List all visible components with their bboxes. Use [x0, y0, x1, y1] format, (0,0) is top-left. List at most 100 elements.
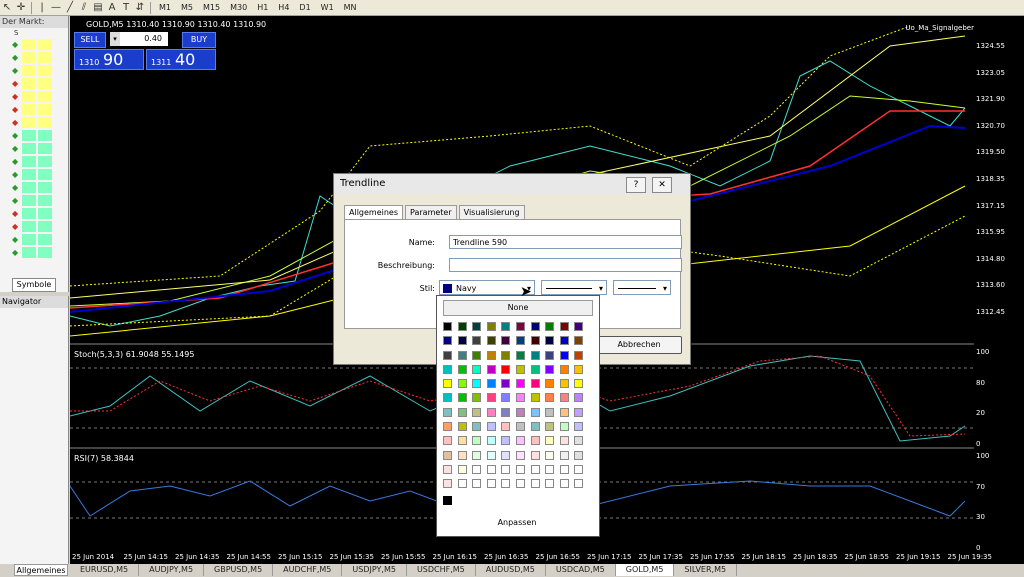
color-cell[interactable] [530, 407, 540, 417]
color-cell[interactable] [559, 479, 569, 489]
tf-w1[interactable]: W1 [316, 1, 339, 14]
color-cell[interactable] [443, 464, 452, 474]
tab-allgemeines[interactable]: Allgemeines [344, 205, 404, 220]
arrow-tool-icon[interactable]: ⇵ [133, 1, 147, 14]
tf-d1[interactable]: D1 [294, 1, 315, 14]
color-cell[interactable] [486, 322, 496, 331]
market-watch-row[interactable]: ◆ [0, 207, 68, 220]
color-cell[interactable] [545, 422, 555, 432]
color-cell[interactable] [443, 379, 452, 389]
color-cell[interactable] [472, 464, 482, 474]
tf-m30[interactable]: M30 [225, 1, 252, 14]
color-cell[interactable] [559, 379, 569, 389]
color-cell[interactable] [574, 450, 584, 460]
color-cell[interactable] [486, 407, 496, 417]
color-cell[interactable] [574, 464, 584, 474]
color-cell[interactable] [443, 364, 452, 374]
tab-visualisierung[interactable]: Visualisierung [458, 205, 525, 220]
color-cell[interactable] [486, 336, 496, 346]
color-cell[interactable] [457, 350, 467, 360]
custom-color-cell[interactable] [443, 496, 452, 505]
tf-mn[interactable]: MN [339, 1, 362, 14]
color-cell[interactable] [501, 322, 511, 331]
market-watch-row[interactable]: ◆ [0, 220, 68, 233]
market-watch-row[interactable]: ◆ [0, 51, 68, 64]
color-cell[interactable] [457, 436, 467, 446]
color-cell[interactable] [530, 364, 540, 374]
color-cell[interactable] [457, 393, 467, 403]
chart-tab[interactable]: EURUSD,M5 [70, 564, 140, 576]
color-cell[interactable] [457, 479, 467, 489]
color-cell[interactable] [486, 436, 496, 446]
market-watch-row[interactable]: ◆ [0, 116, 68, 129]
market-watch-row[interactable]: ◆ [0, 129, 68, 142]
color-cell[interactable] [559, 464, 569, 474]
tf-h1[interactable]: H1 [252, 1, 273, 14]
color-cell[interactable] [457, 422, 467, 432]
chart-tab[interactable]: GBPUSD,M5 [204, 564, 274, 576]
color-cell[interactable] [515, 464, 525, 474]
color-cell[interactable] [559, 450, 569, 460]
color-cell[interactable] [472, 422, 482, 432]
color-cell[interactable] [501, 350, 511, 360]
color-cell[interactable] [574, 379, 584, 389]
color-cell[interactable] [530, 350, 540, 360]
text-tool-icon[interactable]: A [105, 1, 119, 14]
color-cell[interactable] [486, 450, 496, 460]
color-cell[interactable] [443, 322, 452, 331]
color-cell[interactable] [574, 422, 584, 432]
color-cell[interactable] [545, 464, 555, 474]
color-cell[interactable] [530, 436, 540, 446]
color-cell[interactable] [530, 336, 540, 346]
color-cell[interactable] [559, 364, 569, 374]
color-cell[interactable] [443, 407, 452, 417]
color-cell[interactable] [515, 450, 525, 460]
color-cell[interactable] [457, 379, 467, 389]
chart-tab[interactable]: AUDJPY,M5 [139, 564, 205, 576]
market-watch-row[interactable]: ◆ [0, 246, 68, 259]
color-cell[interactable] [515, 479, 525, 489]
buy-button[interactable]: BUY [182, 32, 216, 48]
channel-tool-icon[interactable]: ⫽ [77, 1, 91, 14]
chart-tab[interactable]: SILVER,M5 [674, 564, 738, 576]
color-cell[interactable] [515, 422, 525, 432]
color-cell[interactable] [472, 336, 482, 346]
color-cell[interactable] [530, 393, 540, 403]
color-cell[interactable] [559, 407, 569, 417]
color-cell[interactable] [501, 393, 511, 403]
market-watch-row[interactable]: ◆ [0, 168, 68, 181]
market-watch-row[interactable]: ◆ [0, 142, 68, 155]
color-cell[interactable] [457, 464, 467, 474]
color-cell[interactable] [559, 393, 569, 403]
color-cell[interactable] [545, 350, 555, 360]
bid-price[interactable]: 1310 90 [74, 49, 144, 70]
market-watch-row[interactable]: ◆ [0, 38, 68, 51]
color-cell[interactable] [486, 350, 496, 360]
color-cell[interactable] [515, 379, 525, 389]
color-cell[interactable] [530, 322, 540, 331]
color-cell[interactable] [515, 336, 525, 346]
color-cell[interactable] [545, 322, 555, 331]
color-cell[interactable] [486, 479, 496, 489]
trendline-tool-icon[interactable]: ╱ [63, 1, 77, 14]
color-cell[interactable] [443, 479, 452, 489]
custom-color-button[interactable]: Anpassen [443, 516, 591, 530]
color-cell[interactable] [486, 379, 496, 389]
color-cell[interactable] [501, 336, 511, 346]
market-watch-row[interactable]: ◆ [0, 233, 68, 246]
horizontal-line-icon[interactable]: — [49, 1, 63, 14]
color-cell[interactable] [545, 450, 555, 460]
color-cell[interactable] [530, 379, 540, 389]
color-cell[interactable] [472, 436, 482, 446]
color-cell[interactable] [574, 364, 584, 374]
chart-tab[interactable]: USDCAD,M5 [546, 564, 616, 576]
crosshair-tool-icon[interactable]: ✛ [14, 1, 28, 14]
line-width-select[interactable]: ▾ [613, 280, 671, 295]
color-cell[interactable] [574, 322, 584, 331]
chart-tab[interactable]: AUDUSD,M5 [476, 564, 546, 576]
color-cell[interactable] [443, 436, 452, 446]
text-label-tool-icon[interactable]: T [119, 1, 133, 14]
color-cell[interactable] [443, 422, 452, 432]
color-cell[interactable] [472, 407, 482, 417]
color-cell[interactable] [545, 407, 555, 417]
